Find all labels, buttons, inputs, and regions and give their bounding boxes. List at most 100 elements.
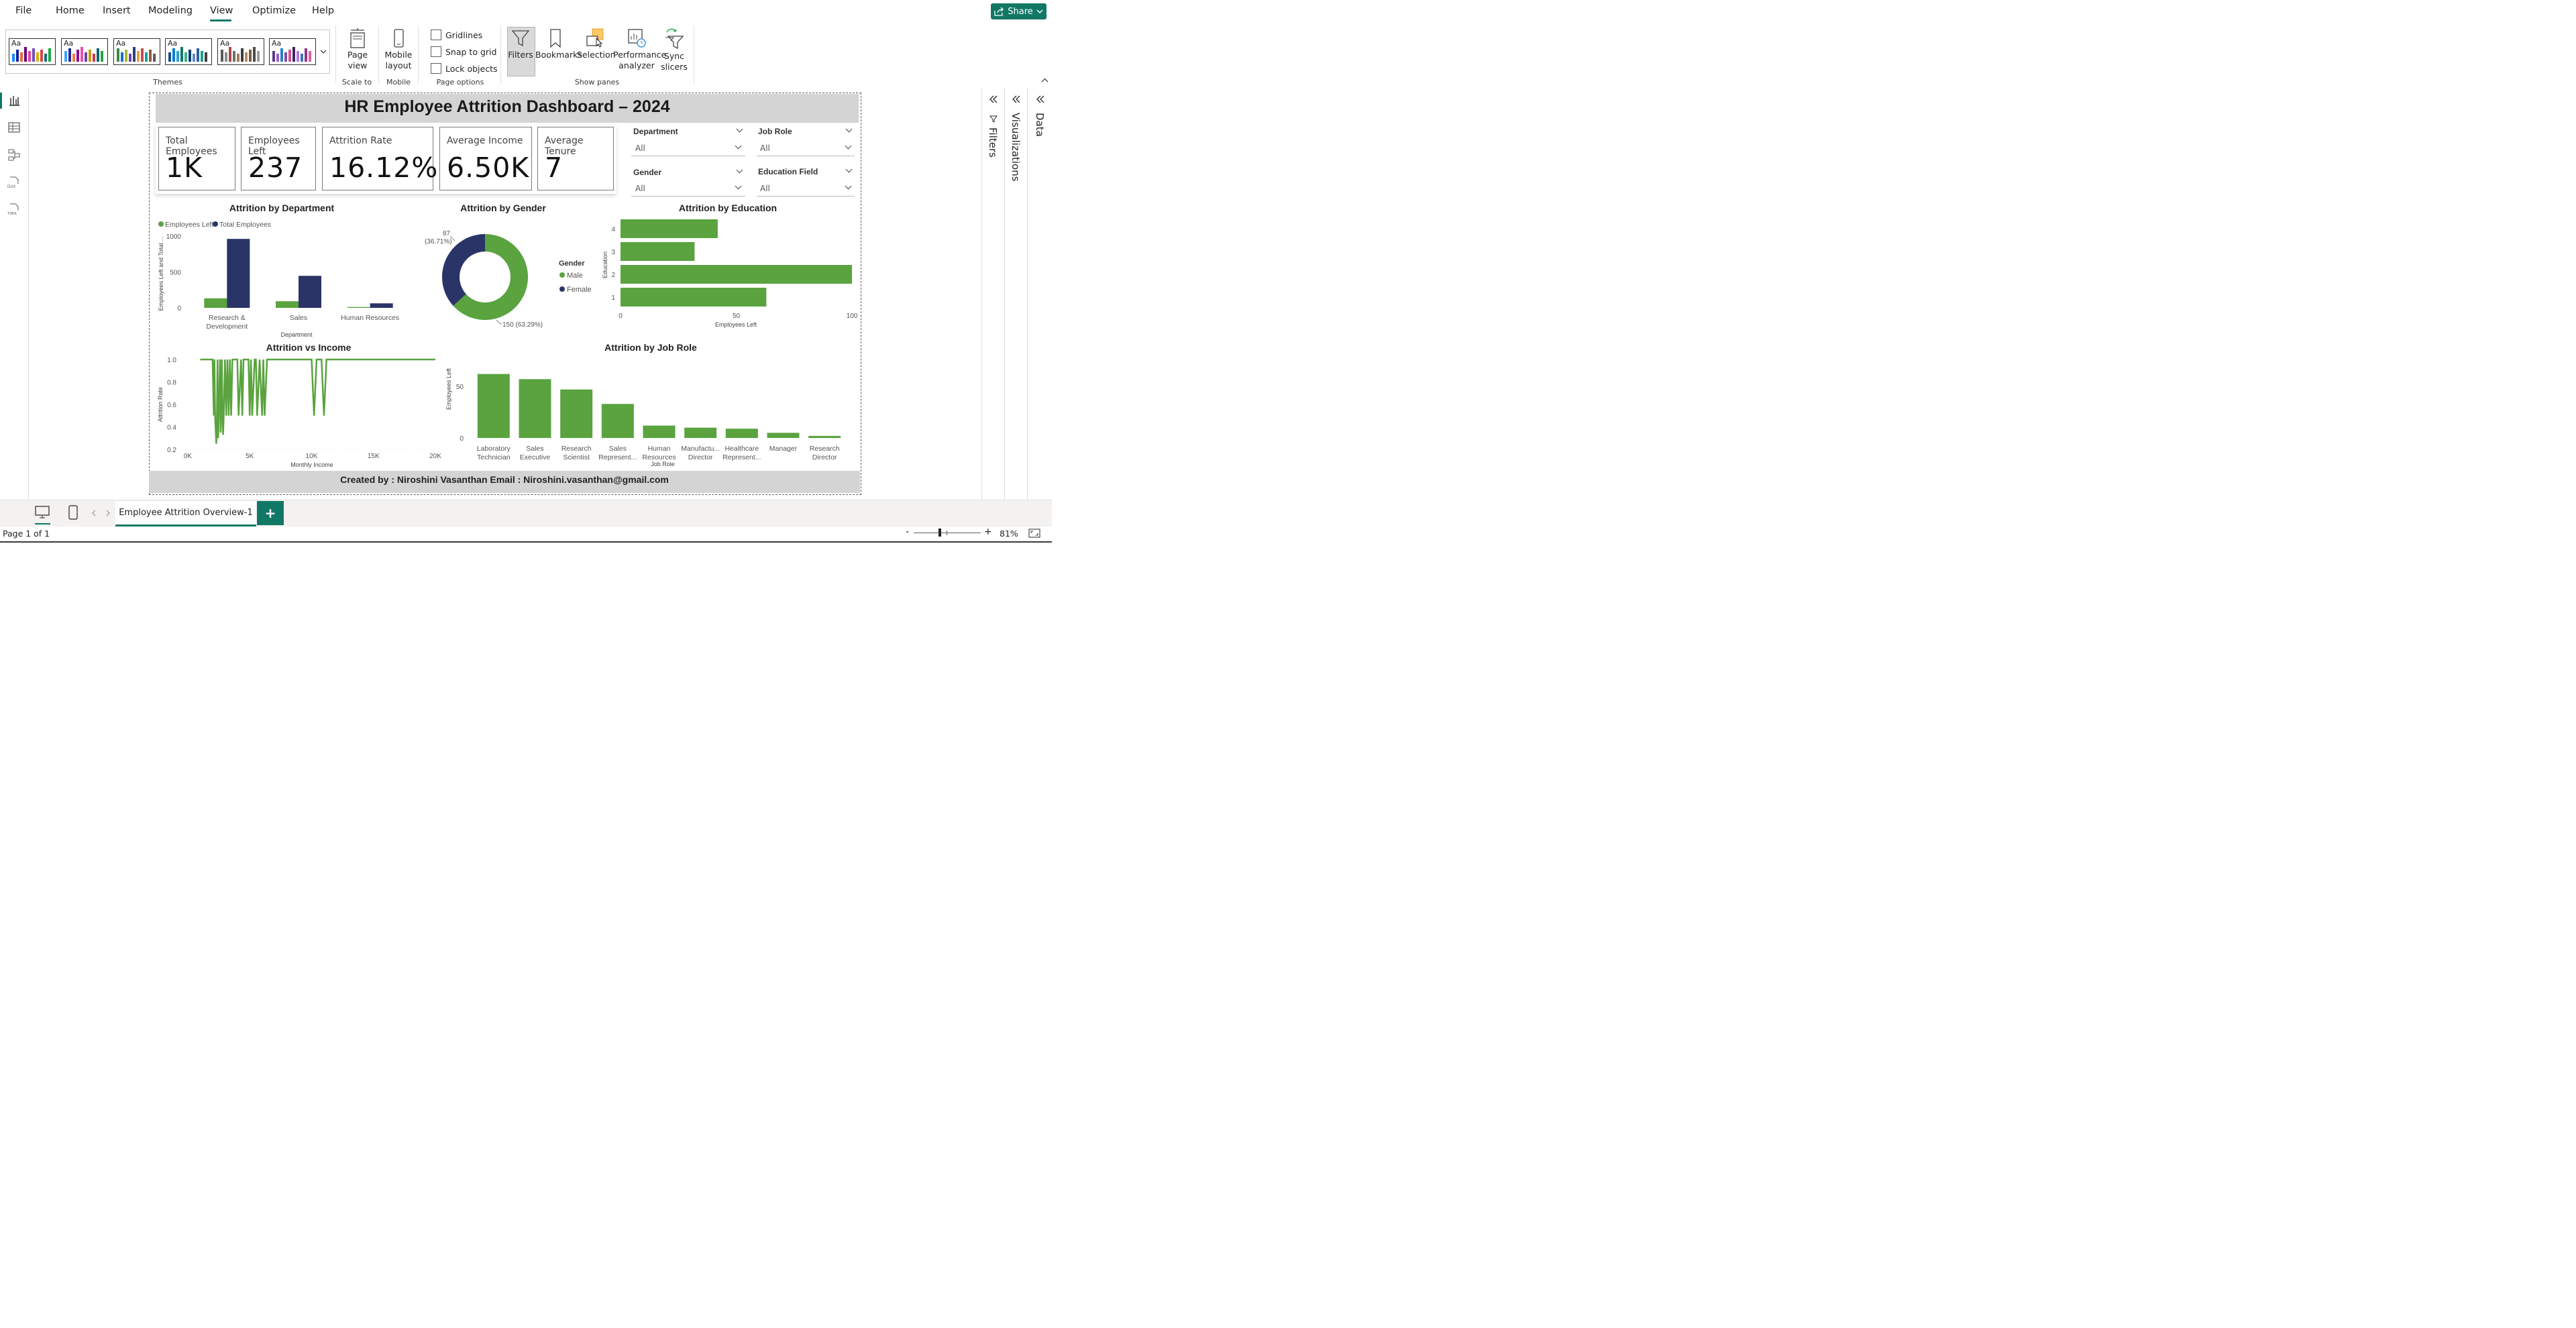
- gridlines-checkbox[interactable]: Gridlines: [431, 30, 483, 41]
- attrition-by-department-chart[interactable]: Employees Left Total Employees 0 500 1000Emp…: [154, 216, 423, 341]
- mobile-layout-icon[interactable]: [68, 505, 78, 520]
- dax-query-view-icon[interactable]: DAX: [7, 176, 21, 189]
- desktop-layout-icon[interactable]: [35, 506, 50, 519]
- attrition-vs-income-chart[interactable]: 0.2 0.4 0.6 0.8 1.0 0K 5K 10K 15K 20K Monthly Inco…: [154, 354, 443, 469]
- performance-analyzer-button[interactable]: Performance analyzer: [613, 28, 666, 71]
- bar-employees-left: [204, 298, 227, 309]
- share-button[interactable]: Share: [991, 3, 1047, 20]
- kpi-card-average-income[interactable]: Average Income 6.50K: [439, 127, 533, 191]
- report-view-icon[interactable]: [7, 94, 21, 107]
- theme-option-6[interactable]: Aa: [269, 38, 317, 66]
- page-view-button[interactable]: Page view: [342, 28, 373, 71]
- attrition-by-gender-chart[interactable]: 150 (63.29%) 87(36.71%) Gender Male Female: [421, 216, 609, 341]
- snap-to-grid-checkbox[interactable]: Snap to grid: [431, 46, 497, 58]
- next-page-icon[interactable]: [105, 510, 111, 516]
- theme-option-2[interactable]: Aa: [61, 38, 109, 66]
- theme-option-1[interactable]: Aa: [9, 38, 56, 66]
- slicer-department-title: Department: [633, 127, 678, 137]
- bar-education-2: [621, 265, 853, 284]
- previous-page-icon[interactable]: [91, 510, 97, 516]
- x-tick-label: 5K: [246, 453, 254, 460]
- snap-to-grid-label: Snap to grid: [445, 46, 497, 57]
- expand-pane-icon[interactable]: [1036, 95, 1045, 103]
- filters-pane-label: Filters: [987, 127, 1000, 158]
- slicer-value: All: [635, 184, 645, 194]
- slicer-gender-dropdown[interactable]: All: [631, 181, 746, 197]
- zoom-in-icon[interactable]: +: [984, 527, 992, 537]
- sync-slicers-button[interactable]: Sync slicers: [660, 28, 688, 72]
- kpi-card-attrition-rate[interactable]: Attrition Rate 16.12%: [322, 127, 437, 191]
- data-pane-collapsed[interactable]: Data: [1027, 87, 1053, 500]
- selection-pane-button[interactable]: Selection: [577, 28, 616, 60]
- slicer-education-field-dropdown[interactable]: All: [757, 181, 855, 197]
- data-label: 150 (63.29%): [502, 321, 543, 329]
- menu-file[interactable]: File: [15, 5, 32, 16]
- x-tick-label: Research &: [209, 314, 246, 322]
- x-tick-label: 10K: [306, 453, 318, 460]
- x-tick-label: Director: [812, 453, 837, 461]
- y-axis-label: Employees Left and Total ...: [158, 237, 164, 311]
- slicer-job-role-dropdown[interactable]: All: [757, 141, 855, 157]
- x-tick-label: Research: [810, 445, 840, 453]
- theme-option-4[interactable]: Aa: [165, 38, 213, 66]
- status-bar: Page 1 of 1 - + 81%: [0, 527, 1053, 542]
- visualizations-pane-collapsed[interactable]: Visualizations: [1004, 87, 1028, 500]
- x-tick-label: Healthcare: [724, 445, 759, 453]
- y-tick-label: 1: [611, 294, 615, 302]
- zoom-out-icon[interactable]: -: [906, 527, 909, 537]
- y-axis-label: Education: [602, 252, 608, 278]
- model-view-icon[interactable]: [7, 148, 21, 162]
- kpi-card-employees-left[interactable]: Employees Left 237: [241, 127, 317, 191]
- x-tick-label: 15K: [368, 453, 380, 460]
- mobile-phone-icon: [394, 29, 404, 48]
- active-view-indicator: [0, 93, 3, 109]
- bar-job-role: [767, 433, 800, 439]
- menu-modeling[interactable]: Modeling: [148, 5, 193, 16]
- filters-pane-button[interactable]: Filters: [506, 28, 535, 60]
- add-page-button[interactable]: +: [257, 501, 284, 526]
- expand-pane-icon[interactable]: [989, 95, 998, 103]
- slicer-value: All: [760, 144, 770, 154]
- filters-label: Filters: [508, 50, 533, 60]
- collapse-ribbon-icon[interactable]: [1041, 78, 1049, 82]
- theme-option-5[interactable]: Aa: [217, 38, 265, 66]
- menu-view[interactable]: View: [210, 5, 233, 16]
- kpi-card-total-employees[interactable]: Total Employees 1K: [158, 127, 236, 191]
- menu-insert[interactable]: Insert: [103, 5, 131, 16]
- fit-to-page-icon[interactable]: [1028, 529, 1040, 538]
- chart-title-gender: Attrition by Gender: [460, 203, 546, 214]
- expand-pane-icon[interactable]: [1012, 95, 1021, 103]
- bookmarks-pane-button[interactable]: Bookmarks: [535, 28, 582, 60]
- zoom-slider-thumb[interactable]: [938, 529, 942, 537]
- chart-title-department: Attrition by Department: [229, 203, 335, 214]
- tmdl-view-icon[interactable]: TMDL: [7, 203, 21, 216]
- income-attrition-line: [200, 358, 436, 444]
- menu-optimize[interactable]: Optimize: [252, 5, 296, 16]
- page-tab-attrition-overview[interactable]: Employee Attrition Overview-1: [115, 501, 257, 527]
- funnel-icon: [989, 115, 998, 123]
- attrition-by-education-chart[interactable]: 4 3 2 1 0 50 100 Employees Left Education: [597, 216, 859, 341]
- kpi-card-average-tenure[interactable]: Average Tenure 7: [537, 127, 614, 191]
- kpi-value: 1K: [166, 152, 203, 184]
- app-root: File Home Insert Modeling View Optimize …: [0, 0, 1053, 543]
- x-tick-label: Represent...: [598, 453, 637, 461]
- menu-help[interactable]: Help: [312, 5, 334, 16]
- gallery-expand-icon[interactable]: [320, 50, 327, 54]
- gridlines-label: Gridlines: [445, 30, 483, 40]
- filters-pane-collapsed[interactable]: Filters: [981, 87, 1006, 500]
- table-view-icon[interactable]: [7, 121, 21, 134]
- x-tick-label: 0K: [184, 453, 193, 460]
- attrition-by-job-role-chart[interactable]: 0 50 Employees Left LaboratoryTechnician Sal…: [443, 354, 859, 469]
- lock-objects-checkbox[interactable]: Lock objects: [431, 63, 498, 74]
- theme-option-3[interactable]: Aa: [113, 38, 161, 66]
- bookmark-icon: [550, 29, 561, 48]
- lock-objects-label: Lock objects: [445, 63, 498, 74]
- slicer-department-dropdown[interactable]: All: [631, 141, 746, 157]
- ribbon: Aa Aa Aa Aa Aa Aa Themes Page view Scale…: [0, 23, 1053, 95]
- x-tick-label: Manager: [769, 445, 798, 453]
- mobile-layout-button[interactable]: Mobile layout: [383, 28, 414, 71]
- x-tick-label: Sales: [526, 445, 543, 453]
- menu-home[interactable]: Home: [56, 5, 85, 16]
- y-tick-label: 0: [460, 435, 464, 443]
- legend-label: Female: [567, 286, 592, 294]
